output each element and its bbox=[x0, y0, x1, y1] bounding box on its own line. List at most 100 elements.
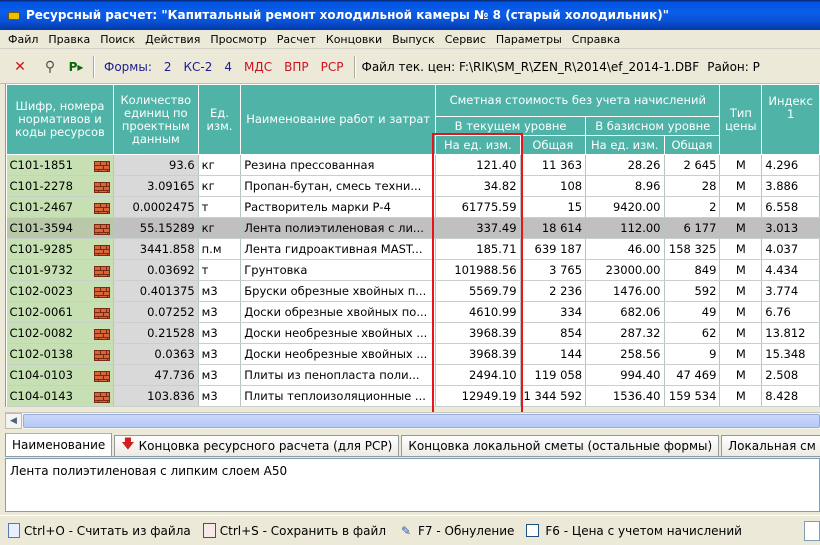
cell-qty[interactable]: 0.0363 bbox=[113, 343, 199, 365]
cell-unit[interactable]: кг bbox=[198, 175, 242, 197]
cell-name[interactable]: Доски обрезные хвойных по... bbox=[240, 301, 437, 323]
price-with-charges-checkbox[interactable]: F6 - Цена с учетом начислений bbox=[526, 524, 742, 538]
col-header-total-current[interactable]: Общая bbox=[519, 135, 587, 155]
cell-qty[interactable]: 103.836 bbox=[113, 385, 199, 407]
cell-current-total[interactable]: 2 236 bbox=[520, 280, 587, 302]
cell-code[interactable]: С101-1851 bbox=[6, 154, 114, 176]
cell-qty[interactable]: 0.0002475 bbox=[113, 196, 199, 218]
menu-output[interactable]: Выпуск bbox=[388, 33, 441, 46]
cell-current-total[interactable]: 334 bbox=[520, 301, 587, 323]
cell-current-total[interactable]: 1 344 592 bbox=[520, 385, 587, 407]
cell-qty[interactable]: 3441.858 bbox=[113, 238, 199, 260]
cell-base-per-unit[interactable]: 1536.40 bbox=[585, 385, 665, 407]
cell-index[interactable]: 6.558 bbox=[761, 196, 820, 218]
cell-base-per-unit[interactable]: 682.06 bbox=[585, 301, 665, 323]
col-header-price-type[interactable]: Тип цены bbox=[719, 84, 763, 155]
cell-name[interactable]: Доски необрезные хвойных ... bbox=[240, 322, 437, 344]
cell-base-per-unit[interactable]: 258.56 bbox=[585, 343, 665, 365]
cell-current-per-unit[interactable]: 3968.39 bbox=[435, 322, 521, 344]
cell-current-per-unit[interactable]: 12949.19 bbox=[435, 385, 521, 407]
menu-calc[interactable]: Расчет bbox=[273, 33, 322, 46]
cell-current-total[interactable]: 11 363 bbox=[520, 154, 587, 176]
cell-name[interactable]: Растворитель марки Р-4 bbox=[240, 196, 437, 218]
cell-current-total[interactable]: 639 187 bbox=[520, 238, 587, 260]
cell-current-total[interactable]: 108 bbox=[520, 175, 587, 197]
cell-unit[interactable]: м3 bbox=[198, 301, 242, 323]
cell-base-per-unit[interactable]: 1476.00 bbox=[585, 280, 665, 302]
cell-price-type[interactable]: М bbox=[719, 238, 763, 260]
cell-base-per-unit[interactable]: 46.00 bbox=[585, 238, 665, 260]
col-header-per-unit-base[interactable]: На ед. изм. bbox=[585, 135, 665, 155]
reset-button[interactable]: ✎ F7 - Обнуление bbox=[398, 523, 514, 539]
cell-base-total[interactable]: 2 bbox=[664, 196, 721, 218]
cell-code[interactable]: С101-3594 bbox=[6, 217, 114, 239]
cell-current-per-unit[interactable]: 121.40 bbox=[435, 154, 521, 176]
menu-search[interactable]: Поиск bbox=[96, 33, 141, 46]
cell-current-total[interactable]: 15 bbox=[520, 196, 587, 218]
run-calc-icon[interactable]: P▸ bbox=[64, 55, 88, 79]
cell-unit[interactable]: м3 bbox=[198, 280, 242, 302]
col-header-qty[interactable]: Количество единиц по проектным данным bbox=[112, 84, 199, 155]
cell-price-type[interactable]: М bbox=[719, 385, 763, 407]
cell-qty[interactable]: 55.15289 bbox=[113, 217, 199, 239]
cell-base-total[interactable]: 849 bbox=[664, 259, 721, 281]
cell-current-per-unit[interactable]: 5569.79 bbox=[435, 280, 521, 302]
cell-current-per-unit[interactable]: 61775.59 bbox=[435, 196, 521, 218]
cell-name[interactable]: Резина прессованная bbox=[240, 154, 437, 176]
table-row[interactable]: С101-2467 0.0002475 т Растворитель марки Р-… bbox=[6, 196, 820, 218]
cell-current-total[interactable]: 119 058 bbox=[520, 364, 587, 386]
cell-name[interactable]: Пропан-бутан, смесь техни... bbox=[240, 175, 437, 197]
cell-base-per-unit[interactable]: 9420.00 bbox=[585, 196, 665, 218]
tab-name[interactable]: Наименование bbox=[5, 433, 113, 456]
table-row[interactable]: С102-0023 0.401375 м3 Бруски обрезные хвойн… bbox=[6, 280, 820, 302]
cell-current-per-unit[interactable]: 4610.99 bbox=[435, 301, 521, 323]
cell-index[interactable]: 3.013 bbox=[761, 217, 820, 239]
cell-current-total[interactable]: 18 614 bbox=[520, 217, 587, 239]
col-header-total-base[interactable]: Общая bbox=[663, 135, 721, 155]
cell-qty[interactable]: 0.21528 bbox=[113, 322, 199, 344]
cell-code[interactable]: С102-0138 bbox=[6, 343, 114, 365]
tab-resource-ending[interactable]: 🡇 Концовка ресурсного расчета (для РСР) bbox=[114, 435, 400, 456]
cell-name[interactable]: Доски необрезные хвойных ... bbox=[240, 343, 437, 365]
cell-index[interactable]: 8.428 bbox=[761, 385, 820, 407]
cell-base-per-unit[interactable]: 23000.00 bbox=[585, 259, 665, 281]
tab-local-estimate[interactable]: Локальная см bbox=[721, 435, 820, 456]
cell-price-type[interactable]: М bbox=[719, 175, 763, 197]
menu-actions[interactable]: Действия bbox=[141, 33, 206, 46]
cell-base-total[interactable]: 62 bbox=[664, 322, 721, 344]
scroll-thumb[interactable] bbox=[23, 414, 820, 428]
cell-current-per-unit[interactable]: 101988.56 bbox=[435, 259, 521, 281]
col-header-name[interactable]: Наименование работ и затрат bbox=[240, 84, 437, 155]
cell-price-type[interactable]: М bbox=[719, 280, 763, 302]
cell-current-total[interactable]: 144 bbox=[520, 343, 587, 365]
table-row[interactable]: С104-0143 103.836 м3 Плиты теплоизоляционны… bbox=[6, 385, 820, 407]
cell-unit[interactable]: т bbox=[198, 259, 242, 281]
cell-unit[interactable]: п.м bbox=[198, 238, 242, 260]
cell-unit[interactable]: м3 bbox=[198, 364, 242, 386]
delete-icon[interactable]: ✕ bbox=[8, 55, 32, 79]
cell-name[interactable]: Лента гидроактивная MAST... bbox=[240, 238, 437, 260]
table-row[interactable]: С101-3594 55.15289 кг Лента полиэтиленовая … bbox=[6, 217, 820, 239]
menu-view[interactable]: Просмотр bbox=[206, 33, 272, 46]
cell-current-per-unit[interactable]: 3968.39 bbox=[435, 343, 521, 365]
menu-edit[interactable]: Правка bbox=[44, 33, 96, 46]
table-row[interactable]: С102-0082 0.21528 м3 Доски необрезные хвойн… bbox=[6, 322, 820, 344]
table-row[interactable]: С102-0138 0.0363 м3 Доски необрезные хвойны… bbox=[6, 343, 820, 365]
form-ks2-link[interactable]: КС-2 bbox=[178, 60, 219, 74]
cell-qty[interactable]: 0.401375 bbox=[113, 280, 199, 302]
checkbox[interactable] bbox=[526, 524, 540, 537]
cell-unit[interactable]: м3 bbox=[198, 322, 242, 344]
name-memo[interactable]: Лента полиэтиленовая с липким слоем А50 bbox=[5, 458, 820, 512]
cell-index[interactable]: 2.508 bbox=[761, 364, 820, 386]
cell-base-per-unit[interactable]: 8.96 bbox=[585, 175, 665, 197]
cell-price-type[interactable]: М bbox=[719, 154, 763, 176]
cell-price-type[interactable]: М bbox=[719, 364, 763, 386]
table-row[interactable]: С101-1851 93.6 кг Резина прессованная 121.40… bbox=[6, 154, 820, 176]
cell-name[interactable]: Грунтовка bbox=[240, 259, 437, 281]
cell-base-per-unit[interactable]: 28.26 bbox=[585, 154, 665, 176]
cell-code[interactable]: С101-2278 bbox=[6, 175, 114, 197]
cell-code[interactable]: С102-0082 bbox=[6, 322, 114, 344]
cell-code[interactable]: С102-0061 bbox=[6, 301, 114, 323]
menu-service[interactable]: Сервис bbox=[441, 33, 492, 46]
cell-base-per-unit[interactable]: 112.00 bbox=[585, 217, 665, 239]
